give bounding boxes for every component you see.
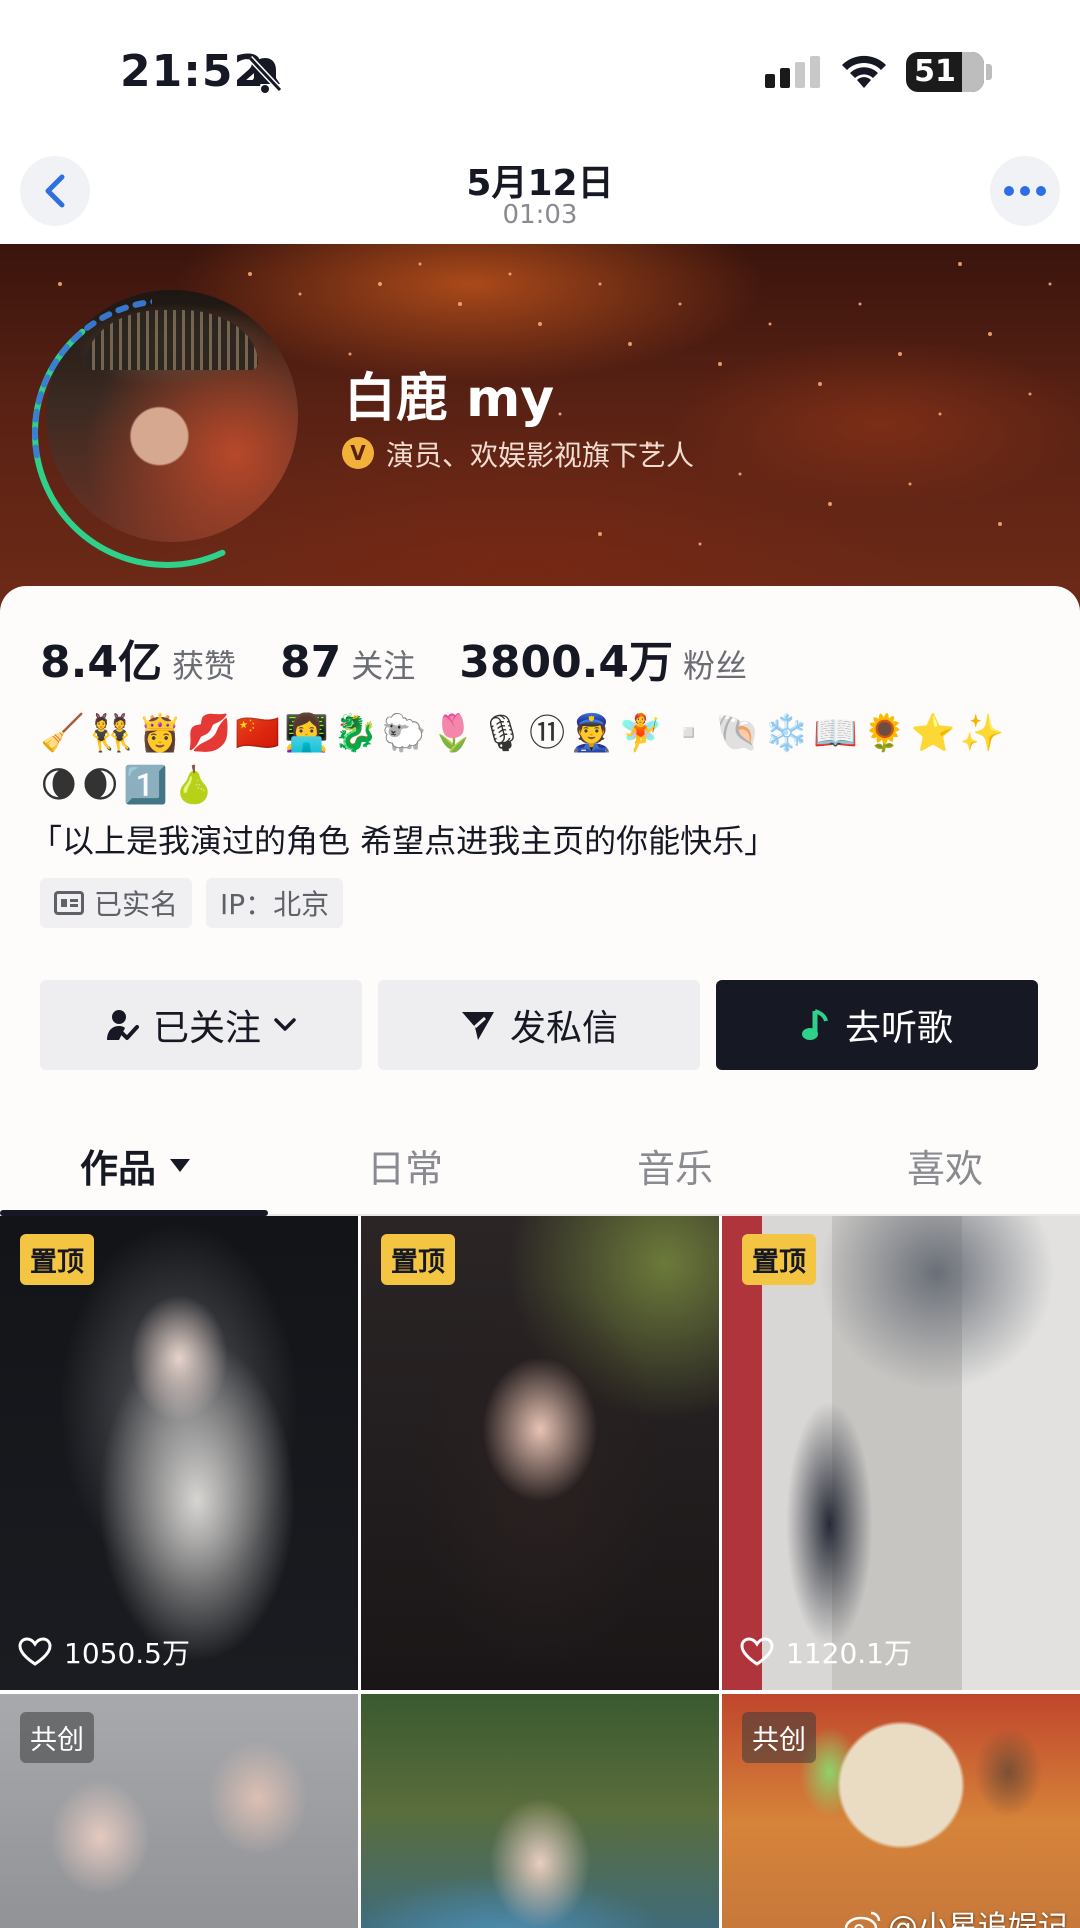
stat-likes[interactable]: 8.4亿 获赞 — [40, 626, 236, 690]
caret-down-icon — [170, 1158, 190, 1172]
heart-icon — [18, 1637, 52, 1666]
video-thumbnail[interactable]: 共创 — [0, 1694, 358, 1928]
like-count: 1050.5万 — [18, 1632, 190, 1672]
tab-daily[interactable]: 日常 — [270, 1120, 540, 1210]
profile-tags: 已实名 IP：北京 — [40, 878, 344, 928]
message-label: 发私信 — [509, 1008, 618, 1049]
pinned-badge: 置顶 — [20, 1234, 94, 1285]
video-thumbnail[interactable]: 置顶 1120.1万 — [722, 1216, 1080, 1690]
message-button[interactable]: 发私信 — [378, 980, 700, 1070]
like-count: 1120.1万 — [740, 1632, 912, 1672]
like-count-value: 1050.5万 — [64, 1637, 190, 1670]
bell-muted-icon — [247, 55, 283, 93]
send-icon — [460, 1008, 496, 1042]
tab-daily-label: 日常 — [366, 1146, 443, 1191]
listen-music-label: 去听歌 — [844, 1008, 953, 1049]
stat-followers-label: 粉丝 — [683, 647, 748, 685]
battery-tip — [986, 64, 992, 80]
listen-music-button[interactable]: 去听歌 — [716, 980, 1038, 1070]
content-tabs: 作品 日常 音乐 喜欢 — [0, 1120, 1080, 1216]
co-creation-badge: 共创 — [20, 1712, 94, 1763]
status-bar: 21:52 51 — [0, 0, 1080, 150]
music-note-icon — [801, 1008, 831, 1042]
tab-music[interactable]: 音乐 — [540, 1120, 810, 1210]
heart-icon — [740, 1637, 774, 1666]
stat-likes-label: 获赞 — [171, 647, 236, 685]
verification-text: 演员、欢娱影视旗下艺人 — [386, 439, 695, 472]
real-name-label: 已实名 — [94, 888, 179, 921]
wifi-icon — [842, 55, 886, 88]
following-label: 已关注 — [152, 1008, 261, 1049]
status-time: 21:52 — [120, 46, 266, 97]
tab-likes-label: 喜欢 — [906, 1146, 983, 1191]
following-button[interactable]: 已关注 — [40, 980, 362, 1070]
pinned-badge: 置顶 — [381, 1234, 455, 1285]
tab-music-label: 音乐 — [636, 1146, 713, 1191]
tab-works[interactable]: 作品 — [0, 1120, 270, 1210]
stat-following-value: 87 — [279, 637, 342, 688]
profile-name: 白鹿 my — [344, 369, 555, 429]
ip-location-label: IP：北京 — [220, 888, 330, 921]
watermark-text: @小星追娱记 — [888, 1910, 1068, 1928]
battery-percent: 51 — [914, 54, 956, 89]
user-check-icon — [105, 1008, 139, 1042]
bio-text: 「以上是我演过的角色 希望点进我主页的你能快乐」 — [30, 822, 777, 860]
tab-likes[interactable]: 喜欢 — [810, 1120, 1080, 1210]
chevron-down-icon — [273, 1017, 297, 1033]
cellular-signal-icon — [765, 56, 820, 88]
bio-emoji-line-2: 🌘🌒1️⃣🍐 — [40, 765, 221, 806]
stat-following[interactable]: 87 关注 — [280, 637, 415, 688]
real-name-tag[interactable]: 已实名 — [40, 878, 193, 928]
avatar-story-ring — [32, 298, 302, 568]
co-creation-badge: 共创 — [742, 1712, 816, 1763]
tab-works-label: 作品 — [79, 1146, 156, 1191]
profile-stats: 8.4亿 获赞 87 关注 3800.4万 粉丝 — [40, 626, 791, 690]
nav-time: 01:03 — [502, 200, 578, 230]
more-dots-icon — [1004, 186, 1046, 196]
nav-date: 5月12日 — [466, 163, 614, 204]
bio-emoji-line-1: 🧹👯👸💋🇨🇳👩‍💻🐉🐑🌷🎙⑪👮🧚▫️🐚❄️📖🌻⭐✨ — [40, 713, 1009, 754]
profile-actions: 已关注 发私信 去听歌 — [40, 980, 1038, 1070]
video-grid: 置顶 1050.5万 置顶 置顶 1120.1万 共创 共创 @小星追娱记 — [0, 1216, 1080, 1928]
verified-badge-icon: V — [342, 437, 374, 469]
ip-location-tag: IP：北京 — [206, 878, 344, 928]
video-thumbnail[interactable]: 置顶 1050.5万 — [0, 1216, 358, 1690]
video-thumbnail[interactable] — [361, 1694, 719, 1928]
stat-following-label: 关注 — [351, 647, 416, 685]
nav-bar: 5月12日 01:03 — [0, 150, 1080, 244]
id-card-icon — [54, 891, 84, 915]
weibo-logo-icon — [844, 1911, 881, 1928]
video-thumbnail[interactable]: 置顶 — [361, 1216, 719, 1690]
like-count-value: 1120.1万 — [786, 1637, 912, 1670]
battery-icon: 51 — [906, 52, 984, 92]
more-button[interactable] — [990, 156, 1060, 226]
video-thumbnail[interactable]: 共创 @小星追娱记 — [722, 1694, 1080, 1928]
watermark: @小星追娱记 — [844, 1902, 1068, 1928]
pinned-badge: 置顶 — [742, 1234, 816, 1285]
stat-followers[interactable]: 3800.4万 粉丝 — [459, 626, 747, 690]
stat-likes-value: 8.4亿 — [40, 637, 162, 688]
stat-followers-value: 3800.4万 — [459, 637, 674, 688]
